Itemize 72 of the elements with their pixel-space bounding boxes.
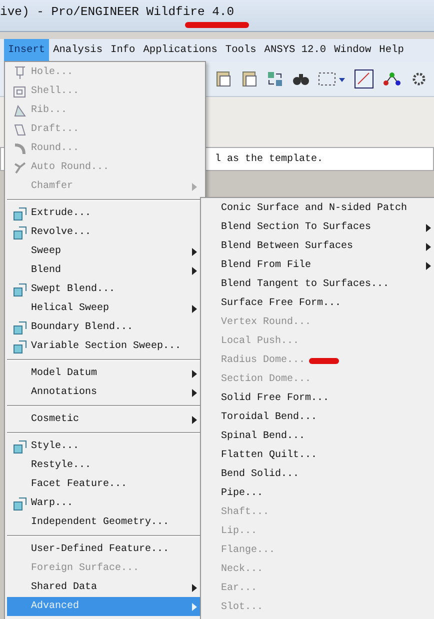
menu-item[interactable]: Blend Tangent to Surfaces... [203,275,434,294]
feature-icon [12,64,28,80]
menu-bar-item[interactable]: Info [106,39,140,62]
menu-item[interactable]: Conic Surface and N-sided Patch [203,199,434,218]
menu-item[interactable]: Annotations [7,383,203,402]
submenu-arrow-icon [192,182,197,190]
submenu-arrow-icon [192,388,197,396]
selection-box-icon [318,70,346,88]
feature-icon [12,206,28,222]
menu-item[interactable]: Model Datum [7,364,203,383]
menu-bar-item[interactable]: Analysis [49,39,107,62]
feature-icon [12,160,28,176]
annotation-stroke [184,21,250,29]
menu-item[interactable]: Blend From File [203,256,434,275]
menu-item[interactable]: Blend Between Surfaces [203,237,434,256]
submenu-arrow-icon [192,602,197,610]
menu-item[interactable]: Toroidal Bend... [203,408,434,427]
regenerate-icon [266,70,284,88]
menu-item[interactable]: Style... [7,437,203,456]
submenu-arrow-icon [192,416,197,424]
menu-item[interactable]: Warp... [7,494,203,513]
menu-item[interactable]: Revolve... [7,223,203,242]
submenu-arrow-icon [192,370,197,378]
menu-item[interactable]: Surface Free Form... [203,294,434,313]
feature-icon [12,438,28,454]
menu-item[interactable]: Flatten Quilt... [203,446,434,465]
menu-item[interactable]: Boundary Blend... [7,318,203,337]
menu-item[interactable]: Restyle... [7,456,203,475]
paste-icon [240,70,258,88]
menu-bar-item[interactable]: Help [375,39,408,62]
annotation-stroke [308,357,340,365]
submenu-arrow-icon [192,584,197,592]
menu-bar-item[interactable]: Applications [139,39,222,62]
feature-icon [12,84,28,100]
menu-item[interactable]: Variable Section Sweep... [7,337,203,356]
menu-item[interactable]: Shared Data [7,578,203,597]
feature-icon [12,140,28,156]
window-title: ive) - Pro/ENGINEER Wildfire 4.0 [0,5,234,19]
submenu-arrow-icon [192,266,197,274]
submenu-arrow-icon [426,262,431,270]
submenu-arrow-icon [192,304,197,312]
menu-item[interactable]: Blend Section To Surfaces [203,218,434,237]
menu-item[interactable]: Spinal Bend... [203,427,434,446]
submenu-arrow-icon [192,248,197,256]
feature-icon [12,102,28,118]
menu-item[interactable]: Swept Blend... [7,280,203,299]
submenu-arrow-icon [426,224,431,232]
menu-item[interactable]: Cosmetic [7,410,203,429]
menu-bar-item[interactable]: ANSYS 12.0 [260,39,330,62]
menu-bar-item[interactable]: Tools [221,39,260,62]
message-text: l as the template. [215,154,324,164]
feature-icon [12,338,28,354]
menu-item[interactable]: Bend Solid... [203,465,434,484]
menu-item[interactable]: Extrude... [7,204,203,223]
menu-item[interactable]: Blend [7,261,203,280]
feature-icon [12,224,28,240]
menu-item[interactable]: Helical Sweep [7,299,203,318]
feature-icon [12,496,28,512]
feature-icon [12,122,28,138]
menu-item[interactable]: Independent Geometry... [7,513,203,532]
menu-item[interactable]: Pipe... [203,484,434,503]
menu-bar-item[interactable]: Window [330,39,376,62]
menu-item[interactable]: User-Defined Feature... [7,540,203,559]
feature-icon [12,282,28,298]
paste-icon [214,70,232,88]
menu-item[interactable]: Facet Feature... [7,475,203,494]
view-icon [354,69,374,89]
feature-icon [12,320,28,336]
menu-item[interactable]: Solid Free Form... [203,389,434,408]
submenu-arrow-icon [426,242,431,250]
menu-item[interactable]: Sweep [7,242,203,261]
menu-bar-item[interactable]: Insert [4,39,50,62]
